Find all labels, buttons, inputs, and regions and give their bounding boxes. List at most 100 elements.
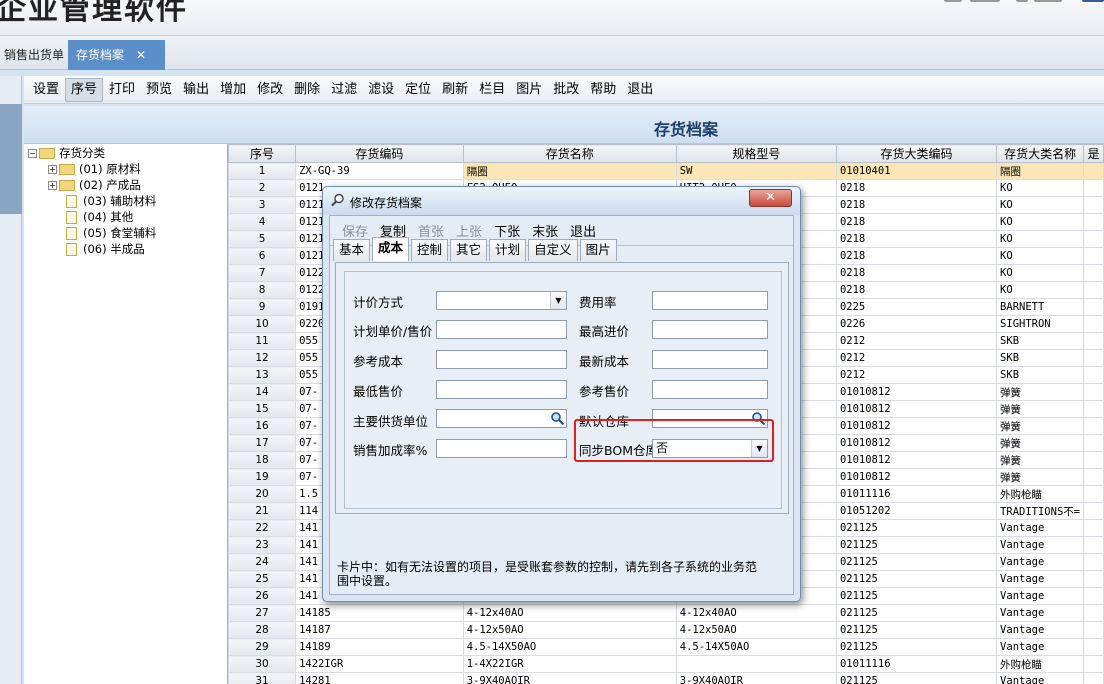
table-cell[interactable] <box>1083 213 1104 231</box>
row-number-cell[interactable]: 8 <box>228 281 297 299</box>
row-number-cell[interactable]: 15 <box>228 400 297 418</box>
row-number-cell[interactable]: 5 <box>228 230 297 248</box>
tree-node-other[interactable]: (04) 其他 <box>66 209 133 225</box>
tab-control[interactable]: 控制 <box>411 239 449 261</box>
table-cell[interactable]: 01051202 <box>835 502 998 520</box>
table-cell[interactable]: SIGHTRON <box>996 315 1085 333</box>
table-cell[interactable]: 01010812 <box>835 400 998 418</box>
table-cell[interactable]: 0212 <box>835 349 998 367</box>
tab-image[interactable]: 图片 <box>579 239 617 261</box>
table-cell[interactable]: KO <box>996 264 1085 282</box>
row-number-cell[interactable]: 18 <box>228 451 297 469</box>
row-number-cell[interactable]: 25 <box>228 570 297 588</box>
table-row[interactable]: 29 14189 4.5-14X50AO 4.5-14X50AO 021125 Vanta… <box>228 638 1104 656</box>
table-cell[interactable]: 弹簧 <box>996 417 1085 435</box>
column-header[interactable]: 是 <box>1083 144 1104 163</box>
row-number-cell[interactable]: 11 <box>228 332 297 350</box>
table-cell[interactable]: 0212 <box>835 332 998 350</box>
table-cell[interactable]: 4-12x50AO <box>675 621 837 639</box>
ref-cost-field[interactable] <box>436 350 567 369</box>
table-cell[interactable]: Vantage <box>996 621 1085 639</box>
sequence-button[interactable]: 序号 <box>65 77 104 102</box>
tree-node-canteen[interactable]: (05) 食堂辅料 <box>66 225 156 241</box>
table-cell[interactable] <box>1083 366 1104 384</box>
table-cell[interactable]: 021125 <box>835 604 998 622</box>
row-number-cell[interactable]: 14 <box>228 383 297 401</box>
table-cell[interactable]: ZX-GQ-39 <box>295 162 464 180</box>
table-cell[interactable]: 4.5-14X50AO <box>462 638 677 656</box>
table-cell[interactable]: KO <box>996 179 1085 197</box>
table-cell[interactable]: 1422IGR <box>295 655 464 673</box>
column-header[interactable]: 存货编码 <box>295 144 464 163</box>
max-purchase-field[interactable] <box>652 320 768 339</box>
table-cell[interactable]: 01010812 <box>835 417 998 435</box>
table-cell[interactable]: Vantage <box>996 553 1085 571</box>
table-cell[interactable]: 0225 <box>835 298 998 316</box>
row-number-cell[interactable]: 4 <box>228 213 297 231</box>
table-cell[interactable]: Vantage <box>996 570 1085 588</box>
table-cell[interactable]: KO <box>996 281 1085 299</box>
ref-price-field[interactable] <box>652 380 768 399</box>
tab-other[interactable]: 其它 <box>450 239 488 261</box>
table-cell[interactable]: 01010812 <box>835 434 998 452</box>
collapse-icon[interactable]: − <box>28 149 37 158</box>
table-cell[interactable]: Vantage <box>996 672 1085 684</box>
table-cell[interactable] <box>1083 553 1104 571</box>
preview-button[interactable]: 预览 <box>141 78 177 102</box>
table-cell[interactable] <box>1083 434 1104 452</box>
table-cell[interactable] <box>1083 315 1104 333</box>
row-number-cell[interactable]: 13 <box>228 366 297 384</box>
row-number-cell[interactable]: 27 <box>228 604 297 622</box>
expand-icon[interactable]: + <box>48 165 57 174</box>
table-cell[interactable]: 弹簧 <box>996 434 1085 452</box>
min-price-field[interactable] <box>436 380 567 399</box>
save-button[interactable]: 保存 <box>336 221 374 240</box>
sync-bom-select[interactable]: 否 ▼ <box>652 439 768 458</box>
table-cell[interactable]: 弹簧 <box>996 451 1085 469</box>
row-number-cell[interactable]: 26 <box>228 587 297 605</box>
table-cell[interactable]: 0218 <box>835 196 998 214</box>
table-cell[interactable]: 01011116 <box>835 655 998 673</box>
table-cell[interactable]: 021125 <box>835 638 998 656</box>
table-cell[interactable]: TRADITIONS不= <box>996 502 1085 520</box>
table-cell[interactable]: 0218 <box>835 281 998 299</box>
table-cell[interactable] <box>1083 162 1104 180</box>
main-supplier-field[interactable] <box>436 409 567 428</box>
table-cell[interactable] <box>1083 417 1104 435</box>
tab-plan[interactable]: 计划 <box>489 239 527 261</box>
table-cell[interactable]: Vantage <box>996 536 1085 554</box>
table-row[interactable]: 1 ZX-GQ-39 隔圈 SW 01010401 隔圈 <box>228 162 1104 180</box>
row-number-cell[interactable]: 21 <box>228 502 297 520</box>
table-cell[interactable]: 021125 <box>835 672 998 684</box>
row-number-cell[interactable]: 31 <box>228 672 297 684</box>
pricing-method-select[interactable]: ▼ <box>436 291 567 310</box>
prev-record-button[interactable]: 上张 <box>450 221 488 240</box>
table-cell[interactable] <box>1083 349 1104 367</box>
table-cell[interactable]: SKB <box>996 366 1085 384</box>
tab-cost[interactable]: 成本 <box>372 237 410 261</box>
column-header[interactable]: 序号 <box>228 144 297 163</box>
table-cell[interactable]: 0218 <box>835 213 998 231</box>
table-cell[interactable]: 01011116 <box>835 485 998 503</box>
add-button[interactable]: 增加 <box>215 78 251 102</box>
table-cell[interactable]: 4-12x50AO <box>462 621 677 639</box>
table-cell[interactable] <box>1083 536 1104 554</box>
table-cell[interactable] <box>1083 485 1104 503</box>
table-cell[interactable]: 4-12x40AO <box>462 604 677 622</box>
table-cell[interactable]: 01010401 <box>835 162 998 180</box>
table-cell[interactable] <box>1083 468 1104 486</box>
locate-button[interactable]: 定位 <box>400 78 436 102</box>
doc-tab-sales-shipment[interactable]: 销售出货单 <box>0 40 72 70</box>
column-header[interactable]: 规格型号 <box>675 144 837 163</box>
sales-markup-field[interactable] <box>436 439 567 458</box>
table-cell[interactable] <box>1083 570 1104 588</box>
help-button[interactable]: 帮助 <box>585 78 621 102</box>
table-cell[interactable] <box>1083 655 1104 673</box>
row-number-cell[interactable]: 2 <box>228 179 297 197</box>
row-number-cell[interactable]: 30 <box>228 655 297 673</box>
table-cell[interactable]: 0218 <box>835 247 998 265</box>
table-cell[interactable]: 0226 <box>835 315 998 333</box>
table-cell[interactable] <box>1083 621 1104 639</box>
expense-rate-field[interactable] <box>652 291 768 310</box>
filter-settings-button[interactable]: 滤设 <box>363 78 399 102</box>
